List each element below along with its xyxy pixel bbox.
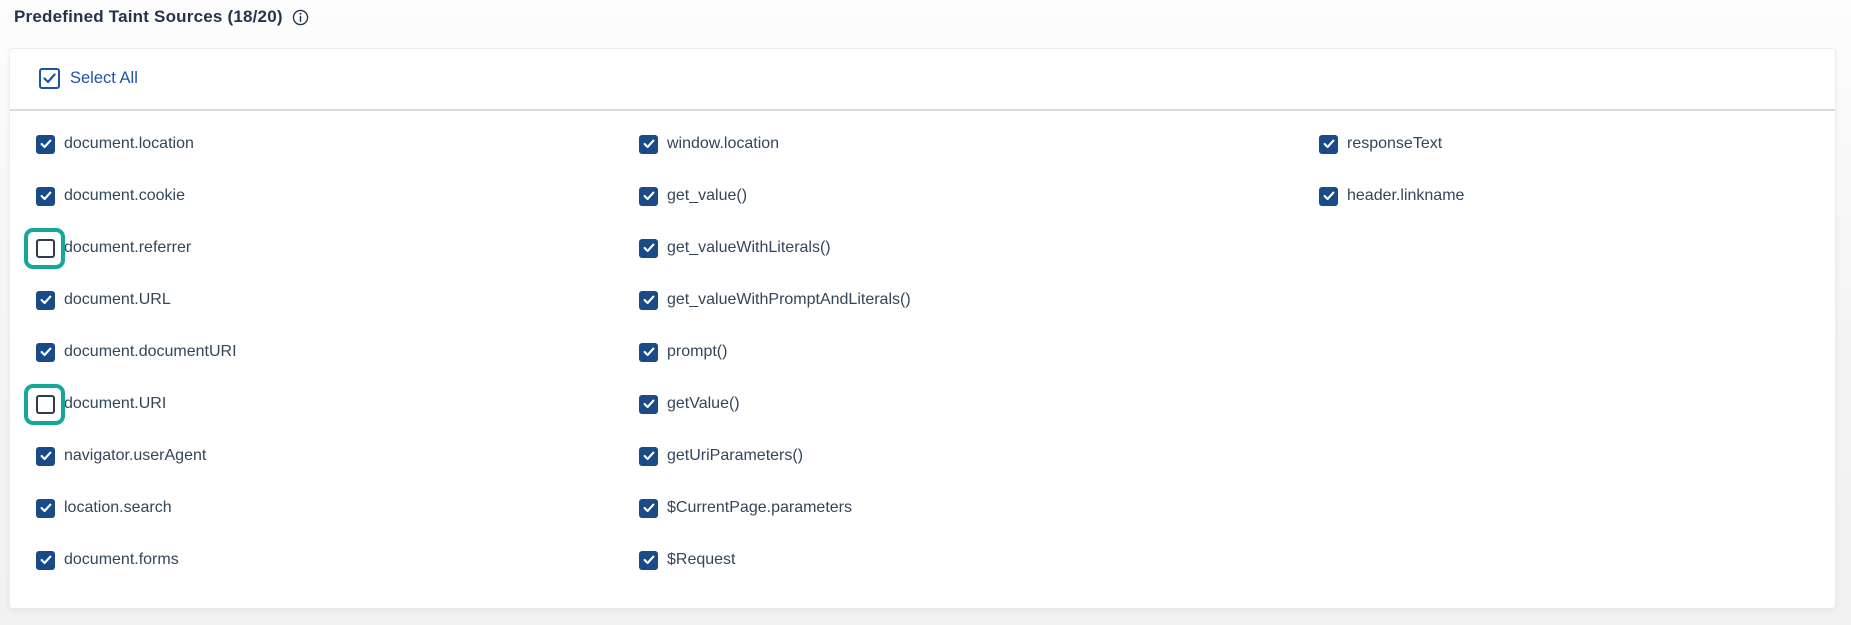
checkbox-wrap — [639, 291, 658, 310]
divider — [10, 109, 1835, 111]
taint-source-item: $Request — [639, 534, 911, 586]
taint-sources-column: document.location document.cookie docume… — [36, 118, 237, 586]
taint-source-label[interactable]: getUriParameters() — [667, 447, 803, 465]
taint-source-checkbox[interactable] — [36, 395, 55, 414]
taint-source-label[interactable]: $CurrentPage.parameters — [667, 499, 852, 517]
taint-source-item: header.linkname — [1319, 170, 1464, 222]
taint-source-label[interactable]: document.cookie — [64, 187, 185, 205]
taint-source-item: get_valueWithLiterals() — [639, 222, 911, 274]
taint-source-item: get_valueWithPromptAndLiterals() — [639, 274, 911, 326]
taint-source-label[interactable]: document.URI — [64, 395, 166, 413]
checkbox-wrap — [639, 187, 658, 206]
taint-source-checkbox[interactable] — [36, 343, 55, 362]
taint-source-label[interactable]: document.location — [64, 135, 194, 153]
taint-source-label[interactable]: getValue() — [667, 395, 740, 413]
taint-source-item: navigator.userAgent — [36, 430, 237, 482]
checkbox-wrap — [36, 343, 55, 362]
taint-source-label[interactable]: responseText — [1347, 135, 1442, 153]
taint-source-label[interactable]: location.search — [64, 499, 172, 517]
checkbox-wrap — [639, 499, 658, 518]
taint-source-item: window.location — [639, 118, 911, 170]
taint-sources-panel: Select All document.location document.co… — [9, 48, 1836, 609]
taint-source-label[interactable]: prompt() — [667, 343, 727, 361]
taint-source-label[interactable]: get_value() — [667, 187, 747, 205]
taint-source-item: location.search — [36, 482, 237, 534]
info-icon[interactable] — [292, 9, 309, 26]
taint-sources-column: responseText header.linkname — [1319, 118, 1464, 222]
section-header: Predefined Taint Sources (18/20) — [14, 7, 309, 27]
taint-source-item: get_value() — [639, 170, 911, 222]
taint-source-checkbox[interactable] — [1319, 187, 1338, 206]
taint-source-checkbox[interactable] — [639, 135, 658, 154]
taint-source-checkbox[interactable] — [639, 291, 658, 310]
select-all[interactable]: Select All — [39, 68, 138, 89]
taint-source-label[interactable]: header.linkname — [1347, 187, 1464, 205]
select-all-checkbox[interactable] — [39, 68, 60, 89]
taint-source-checkbox[interactable] — [639, 343, 658, 362]
taint-source-item: document.referrer — [36, 222, 237, 274]
checkbox-wrap — [639, 343, 658, 362]
taint-source-checkbox[interactable] — [36, 239, 55, 258]
taint-source-item: document.cookie — [36, 170, 237, 222]
taint-source-item: document.URL — [36, 274, 237, 326]
checkbox-wrap — [639, 239, 658, 258]
taint-source-label[interactable]: window.location — [667, 135, 779, 153]
taint-source-checkbox[interactable] — [36, 187, 55, 206]
checkbox-wrap — [36, 551, 55, 570]
checkbox-wrap — [1319, 187, 1338, 206]
taint-source-label[interactable]: $Request — [667, 551, 736, 569]
checkbox-wrap — [36, 499, 55, 518]
taint-source-checkbox[interactable] — [639, 499, 658, 518]
checkbox-wrap — [36, 291, 55, 310]
checkbox-wrap — [36, 447, 55, 466]
checkbox-wrap — [36, 239, 55, 258]
taint-source-label[interactable]: document.forms — [64, 551, 179, 569]
taint-source-label[interactable]: navigator.userAgent — [64, 447, 206, 465]
taint-source-item: prompt() — [639, 326, 911, 378]
taint-source-item: getUriParameters() — [639, 430, 911, 482]
taint-source-item: document.documentURI — [36, 326, 237, 378]
taint-source-checkbox[interactable] — [639, 447, 658, 466]
checkbox-wrap — [36, 395, 55, 414]
taint-source-checkbox[interactable] — [639, 239, 658, 258]
checkbox-wrap — [1319, 135, 1338, 154]
taint-source-checkbox[interactable] — [36, 135, 55, 154]
taint-source-checkbox[interactable] — [36, 447, 55, 466]
taint-source-label[interactable]: document.URL — [64, 291, 171, 309]
taint-source-item: document.forms — [36, 534, 237, 586]
taint-source-checkbox[interactable] — [639, 551, 658, 570]
taint-source-label[interactable]: get_valueWithPromptAndLiterals() — [667, 291, 911, 309]
taint-sources-column: window.location get_value() get_valueWit… — [639, 118, 911, 586]
taint-source-checkbox[interactable] — [639, 395, 658, 414]
checkbox-wrap — [639, 135, 658, 154]
checkbox-wrap — [639, 447, 658, 466]
checkbox-wrap — [36, 187, 55, 206]
taint-source-checkbox[interactable] — [1319, 135, 1338, 154]
taint-source-label[interactable]: get_valueWithLiterals() — [667, 239, 831, 257]
taint-source-label[interactable]: document.referrer — [64, 239, 191, 257]
taint-source-label[interactable]: document.documentURI — [64, 343, 237, 361]
taint-sources-list: document.location document.cookie docume… — [10, 118, 1835, 608]
taint-source-checkbox[interactable] — [36, 291, 55, 310]
taint-source-item: document.location — [36, 118, 237, 170]
taint-source-item: $CurrentPage.parameters — [639, 482, 911, 534]
section-title: Predefined Taint Sources (18/20) — [14, 7, 283, 27]
taint-source-item: getValue() — [639, 378, 911, 430]
taint-source-item: responseText — [1319, 118, 1464, 170]
checkbox-wrap — [639, 551, 658, 570]
taint-source-item: document.URI — [36, 378, 237, 430]
checkbox-wrap — [639, 395, 658, 414]
taint-source-checkbox[interactable] — [36, 499, 55, 518]
taint-source-checkbox[interactable] — [36, 551, 55, 570]
taint-source-checkbox[interactable] — [639, 187, 658, 206]
checkbox-wrap — [36, 135, 55, 154]
select-all-label[interactable]: Select All — [70, 69, 138, 88]
